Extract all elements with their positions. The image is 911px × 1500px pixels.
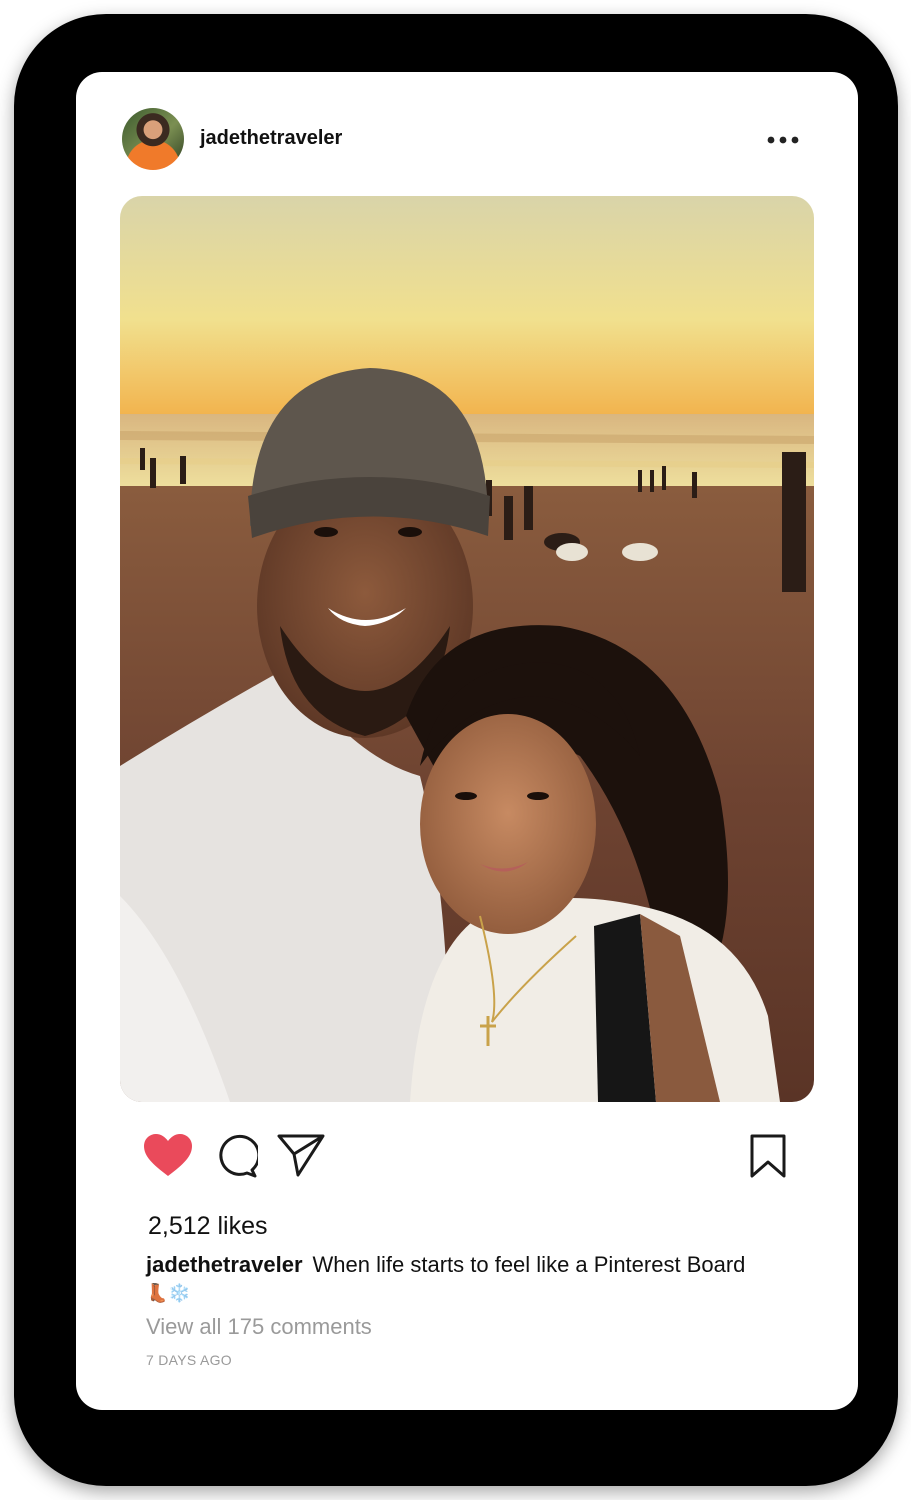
- more-horizontal-icon[interactable]: [766, 130, 800, 150]
- bookmark-icon[interactable]: [748, 1134, 788, 1178]
- caption-text: When life starts to feel like a Pinteres…: [312, 1252, 746, 1277]
- heart-filled-icon[interactable]: [142, 1132, 194, 1180]
- view-all-comments-link[interactable]: View all 175 comments: [146, 1314, 372, 1340]
- post-timestamp: 7 DAYS AGO: [146, 1352, 232, 1368]
- profile-avatar[interactable]: [122, 108, 184, 170]
- comment-icon[interactable]: [212, 1134, 258, 1178]
- post-username[interactable]: jadethetraveler: [200, 127, 342, 150]
- caption-username[interactable]: jadethetraveler: [146, 1252, 303, 1277]
- post-photo[interactable]: [120, 196, 814, 1102]
- boot-emoji: 👢: [146, 1283, 169, 1303]
- send-icon[interactable]: [276, 1132, 326, 1178]
- caption-emojis: 👢❄️: [146, 1280, 806, 1306]
- post-card: jadethetraveler 2,512 likes jadethetrave…: [76, 72, 858, 1410]
- likes-count[interactable]: 2,512 likes: [148, 1212, 268, 1241]
- post-caption: jadethetraveler When life starts to feel …: [146, 1250, 806, 1306]
- snowflake-emoji: ❄️: [168, 1283, 191, 1303]
- phone-frame: jadethetraveler 2,512 likes jadethetrave…: [14, 14, 898, 1486]
